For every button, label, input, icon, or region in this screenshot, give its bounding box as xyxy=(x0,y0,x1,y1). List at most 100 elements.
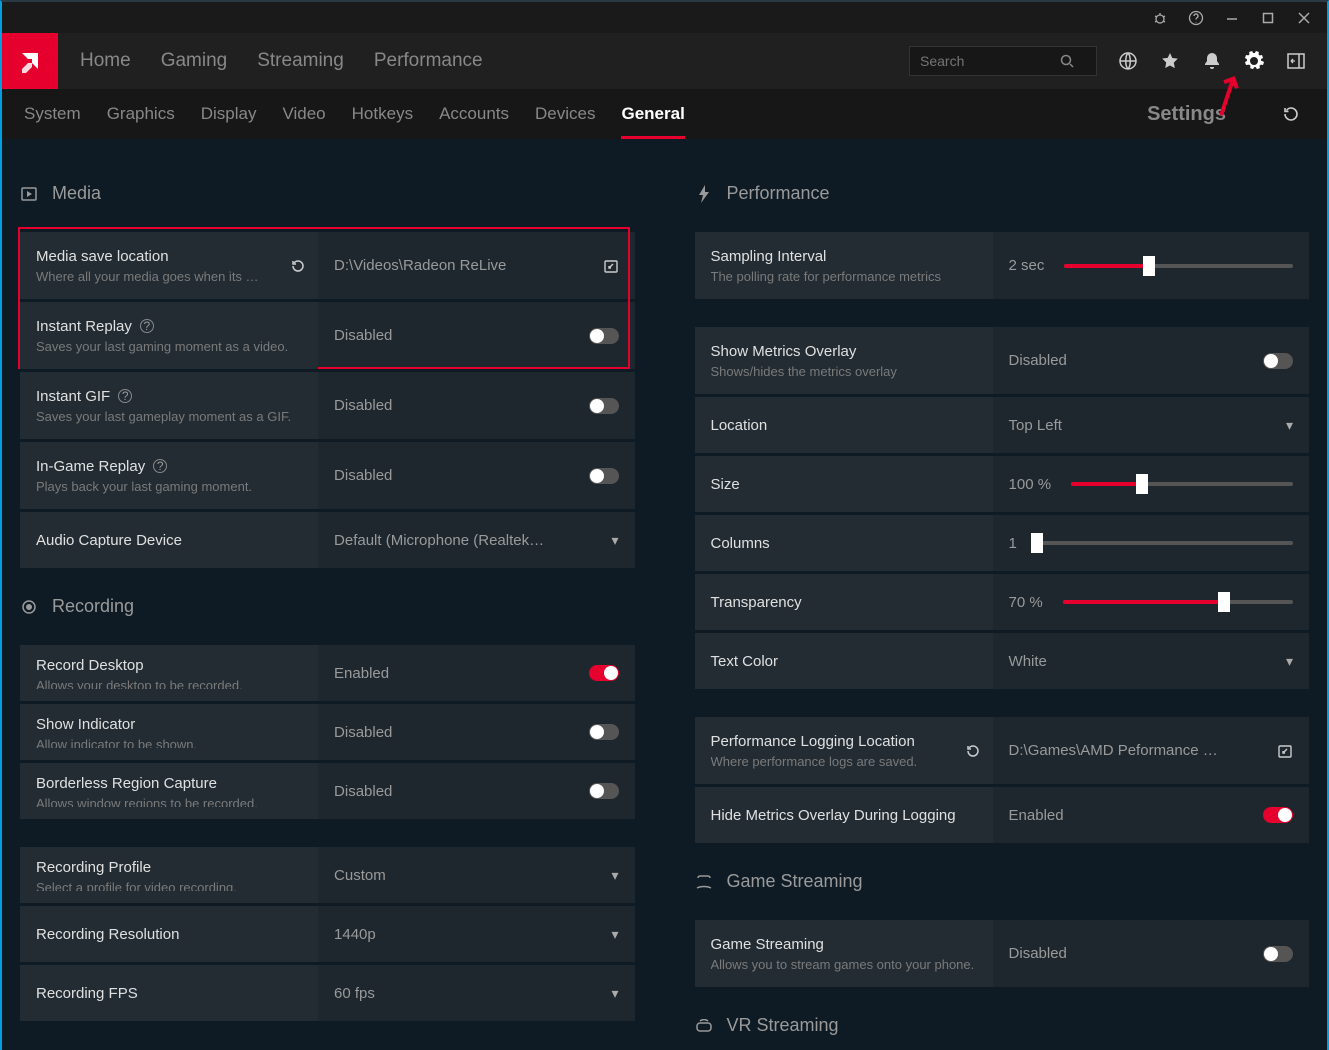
minimize-icon[interactable] xyxy=(1223,9,1241,27)
audio-capture-title: Audio Capture Device xyxy=(36,532,302,549)
record-icon xyxy=(20,598,38,616)
borderless-toggle[interactable] xyxy=(589,783,619,799)
titlebar xyxy=(2,2,1327,33)
overlay-desc: Shows/hides the metrics overlay xyxy=(711,364,977,379)
bell-icon[interactable] xyxy=(1201,50,1223,72)
hide-overlay-title: Hide Metrics Overlay During Logging xyxy=(711,807,977,824)
maximize-icon[interactable] xyxy=(1259,9,1277,27)
reset-icon[interactable] xyxy=(1252,105,1305,123)
tab-display[interactable]: Display xyxy=(201,104,257,124)
sampling-title: Sampling Interval xyxy=(711,248,977,265)
instant-replay-value: Disabled xyxy=(334,327,392,344)
record-desktop-toggle[interactable] xyxy=(589,665,619,681)
row-recording-profile: Recording Profile Select a profile for v… xyxy=(20,847,635,903)
browse-icon[interactable] xyxy=(1277,743,1293,759)
row-hide-overlay-logging: Hide Metrics Overlay During Logging Enab… xyxy=(695,787,1310,843)
resolution-select[interactable]: 1440p ▾ xyxy=(318,906,634,962)
fps-value: 60 fps xyxy=(334,985,375,1002)
undo-icon[interactable] xyxy=(965,743,981,759)
transparency-title: Transparency xyxy=(711,594,977,611)
search-box[interactable] xyxy=(909,46,1097,76)
show-indicator-desc: Allow indicator to be shown. xyxy=(36,737,302,748)
columns-slider[interactable] xyxy=(1037,541,1293,545)
close-icon[interactable] xyxy=(1295,9,1313,27)
tab-accounts[interactable]: Accounts xyxy=(439,104,509,124)
log-location-desc: Where performance logs are saved. xyxy=(711,754,977,769)
help-icon[interactable]: ? xyxy=(140,319,154,333)
show-indicator-toggle[interactable] xyxy=(589,724,619,740)
help-icon[interactable]: ? xyxy=(118,389,132,403)
right-column: Performance Sampling Interval The pollin… xyxy=(695,179,1310,1050)
ingame-replay-toggle[interactable] xyxy=(589,468,619,484)
tab-system[interactable]: System xyxy=(24,104,81,124)
borderless-value: Disabled xyxy=(334,783,392,800)
size-value: 100 % xyxy=(1009,476,1052,493)
record-desktop-desc: Allows your desktop to be recorded. xyxy=(36,678,302,689)
fps-select[interactable]: 60 fps ▾ xyxy=(318,965,634,1021)
fps-title: Recording FPS xyxy=(36,985,302,1002)
tab-video[interactable]: Video xyxy=(282,104,325,124)
columns-title: Columns xyxy=(711,535,977,552)
gear-icon[interactable] xyxy=(1243,50,1265,72)
location-select[interactable]: Top Left ▾ xyxy=(993,397,1309,453)
instant-gif-value: Disabled xyxy=(334,397,392,414)
content: Media Media save location Where all your… xyxy=(2,139,1327,1050)
borderless-title: Borderless Region Capture xyxy=(36,775,302,792)
game-streaming-title: Game Streaming xyxy=(711,936,977,953)
browse-icon[interactable] xyxy=(603,258,619,274)
bug-icon[interactable] xyxy=(1151,9,1169,27)
media-save-title: Media save location xyxy=(36,248,302,265)
size-slider[interactable] xyxy=(1071,482,1293,486)
tab-general[interactable]: General xyxy=(621,104,684,139)
overlay-title: Show Metrics Overlay xyxy=(711,343,977,360)
show-indicator-value: Disabled xyxy=(334,724,392,741)
hide-overlay-toggle[interactable] xyxy=(1263,807,1293,823)
ingame-replay-title: In-Game Replay xyxy=(36,458,145,475)
profile-title: Recording Profile xyxy=(36,859,302,876)
pane-icon[interactable] xyxy=(1285,50,1307,72)
nav-gaming[interactable]: Gaming xyxy=(161,50,228,72)
resolution-title: Recording Resolution xyxy=(36,926,302,943)
help-icon[interactable]: ? xyxy=(153,459,167,473)
profile-select[interactable]: Custom ▾ xyxy=(318,847,634,903)
tab-graphics[interactable]: Graphics xyxy=(107,104,175,124)
overlay-toggle[interactable] xyxy=(1263,353,1293,369)
media-header-label: Media xyxy=(52,183,101,204)
star-icon[interactable] xyxy=(1159,50,1181,72)
media-save-desc: Where all your media goes when its … xyxy=(36,269,302,284)
row-size: Size 100 % xyxy=(695,456,1310,512)
nav-home[interactable]: Home xyxy=(80,50,131,72)
sampling-slider[interactable] xyxy=(1064,264,1293,268)
profile-desc: Select a profile for video recording. xyxy=(36,880,302,891)
ingame-replay-desc: Plays back your last gaming moment. xyxy=(36,479,302,494)
globe-icon[interactable] xyxy=(1117,50,1139,72)
game-streaming-value: Disabled xyxy=(1009,945,1067,962)
instant-replay-title: Instant Replay xyxy=(36,318,132,335)
transparency-value: 70 % xyxy=(1009,594,1043,611)
game-streaming-toggle[interactable] xyxy=(1263,946,1293,962)
vr-header-label: VR Streaming xyxy=(727,1015,839,1036)
vr-header: VR Streaming xyxy=(695,1015,1310,1036)
tab-devices[interactable]: Devices xyxy=(535,104,595,124)
undo-icon[interactable] xyxy=(290,258,306,274)
amd-logo[interactable] xyxy=(2,33,58,89)
instant-replay-toggle[interactable] xyxy=(589,328,619,344)
audio-capture-select[interactable]: Default (Microphone (Realtek(R) … ▾ xyxy=(318,512,634,568)
row-media-save-location: Media save location Where all your media… xyxy=(20,232,635,299)
transparency-slider[interactable] xyxy=(1063,600,1293,604)
search-icon xyxy=(1060,54,1074,68)
help-icon[interactable] xyxy=(1187,9,1205,27)
recording-header: Recording xyxy=(20,596,635,617)
log-location-value: D:\Games\AMD Peformance Loggi… xyxy=(1009,742,1222,759)
overlay-value: Disabled xyxy=(1009,352,1067,369)
row-instant-gif: Instant GIF ? Saves your last gameplay m… xyxy=(20,372,635,439)
nav-performance[interactable]: Performance xyxy=(374,50,483,72)
tab-hotkeys[interactable]: Hotkeys xyxy=(352,104,413,124)
nav-streaming[interactable]: Streaming xyxy=(257,50,344,72)
search-input[interactable] xyxy=(920,53,1060,69)
record-desktop-title: Record Desktop xyxy=(36,657,302,674)
text-color-select[interactable]: White ▾ xyxy=(993,633,1309,689)
instant-gif-toggle[interactable] xyxy=(589,398,619,414)
sampling-desc: The polling rate for performance metrics xyxy=(711,269,977,284)
game-streaming-desc: Allows you to stream games onto your pho… xyxy=(711,957,977,972)
